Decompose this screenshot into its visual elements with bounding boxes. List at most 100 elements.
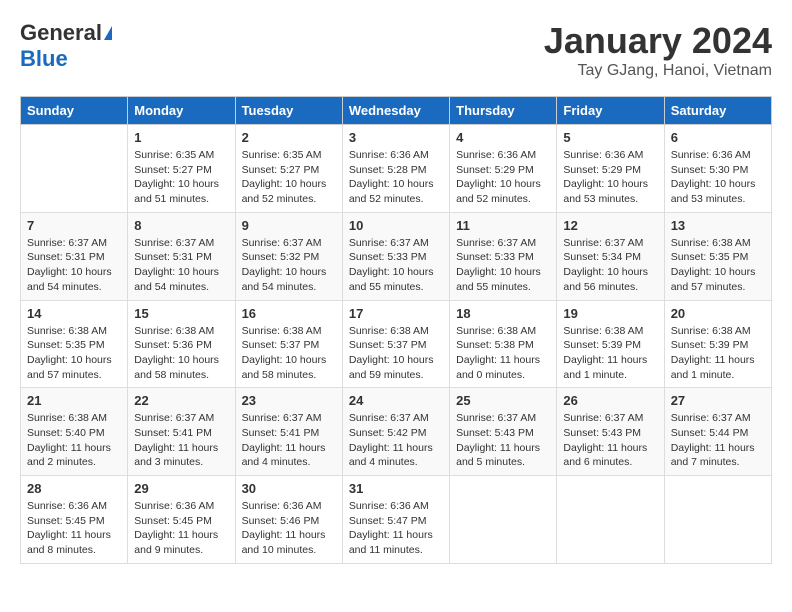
day-number: 10 [349,218,443,233]
day-info: Sunrise: 6:38 AM Sunset: 5:36 PM Dayligh… [134,324,228,383]
day-info: Sunrise: 6:38 AM Sunset: 5:38 PM Dayligh… [456,324,550,383]
day-info: Sunrise: 6:37 AM Sunset: 5:41 PM Dayligh… [242,411,336,470]
day-info: Sunrise: 6:36 AM Sunset: 5:28 PM Dayligh… [349,148,443,207]
calendar-cell: 5 Sunrise: 6:36 AM Sunset: 5:29 PM Daylig… [557,125,664,213]
calendar-cell: 16 Sunrise: 6:38 AM Sunset: 5:37 PM Dayli… [235,300,342,388]
calendar-cell: 13Sunrise: 6:38 AM Sunset: 5:35 PM Dayli… [664,212,771,300]
calendar-cell: 21 Sunrise: 6:38 AM Sunset: 5:40 PM Dayli… [21,388,128,476]
calendar-cell: 3 Sunrise: 6:36 AM Sunset: 5:28 PM Daylig… [342,125,449,213]
day-info: Sunrise: 6:36 AM Sunset: 5:30 PM Dayligh… [671,148,765,207]
calendar-cell: 28Sunrise: 6:36 AM Sunset: 5:45 PM Dayli… [21,476,128,564]
day-number: 21 [27,393,121,408]
logo-icon [104,26,112,40]
calendar-cell: 31Sunrise: 6:36 AM Sunset: 5:47 PM Dayli… [342,476,449,564]
calendar-cell: 1 Sunrise: 6:35 AM Sunset: 5:27 PM Daylig… [128,125,235,213]
calendar-cell: 9 Sunrise: 6:37 AM Sunset: 5:32 PM Daylig… [235,212,342,300]
day-info: Sunrise: 6:38 AM Sunset: 5:39 PM Dayligh… [563,324,657,383]
day-number: 6 [671,130,765,145]
day-number: 20 [671,306,765,321]
title-block: January 2024 Tay GJang, Hanoi, Vietnam [544,20,772,80]
day-number: 7 [27,218,121,233]
day-number: 9 [242,218,336,233]
calendar-cell: 29 Sunrise: 6:36 AM Sunset: 5:45 PM Dayli… [128,476,235,564]
day-number: 27 [671,393,765,408]
day-number: 1 [134,130,228,145]
calendar-cell: 19Sunrise: 6:38 AM Sunset: 5:39 PM Dayli… [557,300,664,388]
day-number: 13 [671,218,765,233]
day-info: Sunrise: 6:37 AM Sunset: 5:43 PM Dayligh… [563,411,657,470]
logo-general-text: General [20,20,102,46]
day-info: Sunrise: 6:36 AM Sunset: 5:45 PM Dayligh… [134,499,228,558]
week-row-2: 14 Sunrise: 6:38 AM Sunset: 5:35 PM Dayli… [21,300,772,388]
day-number: 18 [456,306,550,321]
day-number: 12 [563,218,657,233]
calendar-cell: 30Sunrise: 6:36 AM Sunset: 5:46 PM Dayli… [235,476,342,564]
location-text: Tay GJang, Hanoi, Vietnam [544,62,772,80]
calendar-cell: 6 Sunrise: 6:36 AM Sunset: 5:30 PM Daylig… [664,125,771,213]
header-friday: Friday [557,97,664,125]
page-header: General Blue January 2024 Tay GJang, Han… [20,20,772,80]
calendar-cell: 14 Sunrise: 6:38 AM Sunset: 5:35 PM Dayli… [21,300,128,388]
day-number: 2 [242,130,336,145]
day-info: Sunrise: 6:37 AM Sunset: 5:41 PM Dayligh… [134,411,228,470]
day-number: 16 [242,306,336,321]
day-number: 14 [27,306,121,321]
day-info: Sunrise: 6:35 AM Sunset: 5:27 PM Dayligh… [242,148,336,207]
calendar-cell: 27 Sunrise: 6:37 AM Sunset: 5:44 PM Dayli… [664,388,771,476]
calendar-cell: 10 Sunrise: 6:37 AM Sunset: 5:33 PM Dayli… [342,212,449,300]
day-number: 3 [349,130,443,145]
header-sunday: Sunday [21,97,128,125]
calendar-cell: 24Sunrise: 6:37 AM Sunset: 5:42 PM Dayli… [342,388,449,476]
week-row-1: 7 Sunrise: 6:37 AM Sunset: 5:31 PM Daylig… [21,212,772,300]
calendar-cell [557,476,664,564]
day-info: Sunrise: 6:37 AM Sunset: 5:33 PM Dayligh… [456,236,550,295]
header-tuesday: Tuesday [235,97,342,125]
logo-blue-text: Blue [20,46,68,72]
day-info: Sunrise: 6:38 AM Sunset: 5:39 PM Dayligh… [671,324,765,383]
calendar-cell: 7 Sunrise: 6:37 AM Sunset: 5:31 PM Daylig… [21,212,128,300]
day-info: Sunrise: 6:37 AM Sunset: 5:44 PM Dayligh… [671,411,765,470]
month-title: January 2024 [544,20,772,62]
day-number: 22 [134,393,228,408]
calendar-cell: 15 Sunrise: 6:38 AM Sunset: 5:36 PM Dayli… [128,300,235,388]
day-info: Sunrise: 6:36 AM Sunset: 5:47 PM Dayligh… [349,499,443,558]
day-info: Sunrise: 6:38 AM Sunset: 5:40 PM Dayligh… [27,411,121,470]
day-number: 25 [456,393,550,408]
week-row-4: 28 Sunrise: 6:36 AM Sunset: 5:45 PM Dayli… [21,476,772,564]
day-info: Sunrise: 6:35 AM Sunset: 5:27 PM Dayligh… [134,148,228,207]
header-monday: Monday [128,97,235,125]
calendar-cell: 11Sunrise: 6:37 AM Sunset: 5:33 PM Dayli… [450,212,557,300]
day-number: 23 [242,393,336,408]
day-number: 26 [563,393,657,408]
calendar-cell: 26 Sunrise: 6:37 AM Sunset: 5:43 PM Dayli… [557,388,664,476]
calendar-cell: 18 Sunrise: 6:38 AM Sunset: 5:38 PM Dayli… [450,300,557,388]
day-info: Sunrise: 6:38 AM Sunset: 5:35 PM Dayligh… [27,324,121,383]
day-number: 29 [134,481,228,496]
day-info: Sunrise: 6:37 AM Sunset: 5:31 PM Dayligh… [27,236,121,295]
header-thursday: Thursday [450,97,557,125]
day-info: Sunrise: 6:38 AM Sunset: 5:37 PM Dayligh… [242,324,336,383]
calendar-cell: 12Sunrise: 6:37 AM Sunset: 5:34 PM Dayli… [557,212,664,300]
day-number: 5 [563,130,657,145]
day-info: Sunrise: 6:36 AM Sunset: 5:29 PM Dayligh… [563,148,657,207]
calendar-cell: 20 Sunrise: 6:38 AM Sunset: 5:39 PM Dayli… [664,300,771,388]
calendar-cell: 17 Sunrise: 6:38 AM Sunset: 5:37 PM Dayli… [342,300,449,388]
day-number: 15 [134,306,228,321]
day-info: Sunrise: 6:37 AM Sunset: 5:33 PM Dayligh… [349,236,443,295]
week-row-3: 21 Sunrise: 6:38 AM Sunset: 5:40 PM Dayli… [21,388,772,476]
calendar-cell: 8 Sunrise: 6:37 AM Sunset: 5:31 PM Daylig… [128,212,235,300]
calendar-cell: 22 Sunrise: 6:37 AM Sunset: 5:41 PM Dayli… [128,388,235,476]
day-info: Sunrise: 6:37 AM Sunset: 5:32 PM Dayligh… [242,236,336,295]
day-info: Sunrise: 6:37 AM Sunset: 5:31 PM Dayligh… [134,236,228,295]
day-number: 28 [27,481,121,496]
day-info: Sunrise: 6:38 AM Sunset: 5:37 PM Dayligh… [349,324,443,383]
day-number: 8 [134,218,228,233]
calendar-cell [21,125,128,213]
calendar-cell: 2 Sunrise: 6:35 AM Sunset: 5:27 PM Daylig… [235,125,342,213]
day-number: 17 [349,306,443,321]
header-saturday: Saturday [664,97,771,125]
day-info: Sunrise: 6:37 AM Sunset: 5:42 PM Dayligh… [349,411,443,470]
logo: General Blue [20,20,112,72]
calendar-cell: 25Sunrise: 6:37 AM Sunset: 5:43 PM Dayli… [450,388,557,476]
week-row-0: 1 Sunrise: 6:35 AM Sunset: 5:27 PM Daylig… [21,125,772,213]
